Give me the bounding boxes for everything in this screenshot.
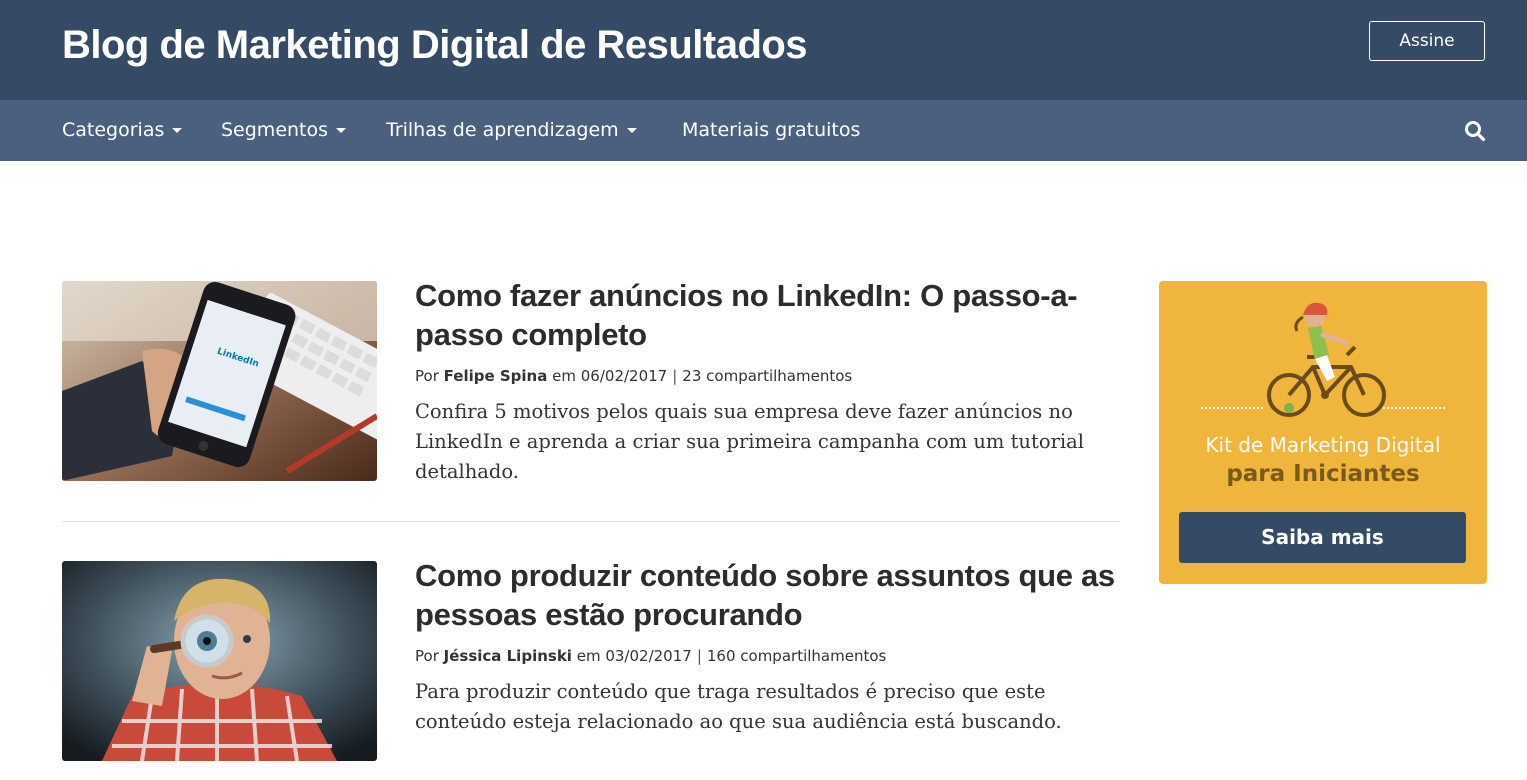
cyclist-illustration: [1267, 302, 1386, 417]
caret-down-icon: [626, 128, 637, 133]
nav-item-label: Trilhas de aprendizagem: [386, 119, 619, 141]
post-thumbnail-magnifier[interactable]: [62, 561, 377, 761]
by-label: Por: [415, 367, 439, 385]
divider-dots-left: [1201, 407, 1263, 411]
blog-title[interactable]: Blog de Marketing Digital de Resultados: [62, 20, 808, 70]
nav-item-label: Materiais gratuitos: [682, 119, 861, 141]
post-title[interactable]: Como produzir conteúdo sobre assuntos qu…: [415, 556, 1125, 634]
share-count: 23 compartilhamentos: [682, 367, 853, 385]
meta-separator: |: [672, 367, 678, 385]
post-excerpt: Para produzir conteúdo que traga resulta…: [415, 680, 1062, 733]
promo-card: Kit de Marketing Digital para Iniciantes…: [1159, 281, 1487, 584]
promo-title-line1: Kit de Marketing Digital: [1205, 433, 1441, 457]
post-excerpt: Confira 5 motivos pelos quais sua empres…: [415, 400, 1084, 483]
nav-item-materiais[interactable]: Materiais gratuitos: [682, 100, 860, 161]
caret-down-icon: [336, 128, 347, 133]
by-label: Por: [415, 647, 439, 665]
share-count: 160 compartilhamentos: [706, 647, 887, 665]
saiba-mais-button[interactable]: Saiba mais: [1179, 512, 1466, 563]
post-title[interactable]: Como fazer anúncios no LinkedIn: O passo…: [415, 276, 1125, 354]
promo-title-line2: para Iniciantes: [1226, 461, 1420, 487]
post-divider: [62, 521, 1120, 522]
search-icon[interactable]: [1464, 120, 1486, 142]
top-header: Blog de Marketing Digital de Resultados …: [0, 0, 1527, 100]
nav-item-trilhas[interactable]: Trilhas de aprendizagem: [386, 100, 637, 161]
post-thumbnail-linkedin[interactable]: LinkedIn: [62, 281, 377, 481]
post-meta: Por Jéssica Lipinski em 03/02/2017 | 160 c…: [415, 647, 886, 665]
nav-item-label: Segmentos: [221, 119, 329, 141]
main-nav: Categorias Segmentos Trilhas de aprendiz…: [0, 100, 1527, 161]
divider-dots-right: [1383, 407, 1445, 411]
caret-down-icon: [172, 128, 183, 133]
subscribe-button[interactable]: Assine: [1369, 21, 1485, 61]
meta-separator: |: [696, 647, 702, 665]
nav-item-categorias[interactable]: Categorias: [62, 100, 183, 161]
date-prefix: em: [552, 367, 576, 385]
date-prefix: em: [576, 647, 601, 665]
post-meta: Por Felipe Spina em 06/02/2017 | 23 compar…: [415, 367, 852, 385]
nav-item-segmentos[interactable]: Segmentos: [221, 100, 347, 161]
nav-item-label: Categorias: [62, 119, 165, 141]
post-date: 03/02/2017: [605, 647, 692, 665]
post-author[interactable]: Jéssica Lipinski: [444, 647, 572, 665]
post-date: 06/02/2017: [580, 367, 668, 385]
post-author[interactable]: Felipe Spina: [444, 367, 548, 385]
